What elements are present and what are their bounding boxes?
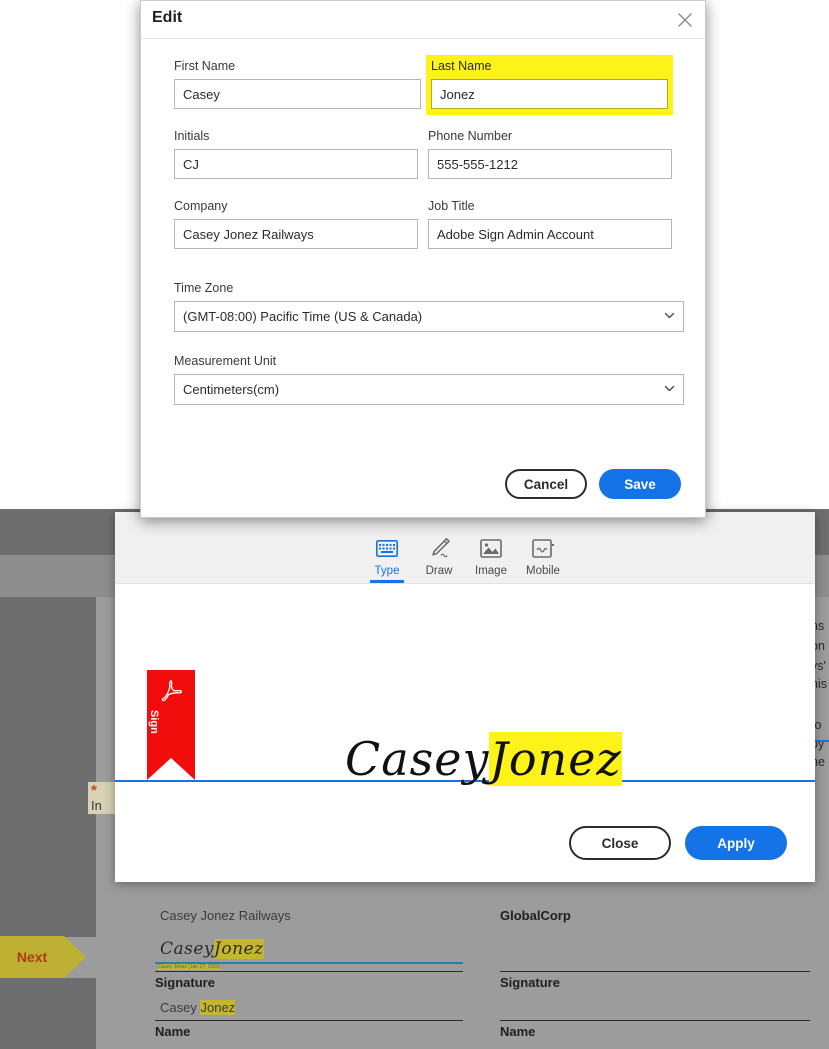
field-phone-number: Phone Number [428,129,672,179]
tab-mobile[interactable]: Mobile [517,535,569,583]
signature-panel: Type Draw Image Mobile Sign CaseyJonez C… [115,512,815,882]
save-button[interactable]: Save [599,469,681,499]
job-title-input[interactable] [428,219,672,249]
phone-number-input[interactable] [428,149,672,179]
keyboard-icon [376,535,398,561]
edit-dialog-body: First Name Last Name Initials Phone Numb… [141,55,705,405]
apply-button[interactable]: Apply [685,826,787,860]
doc-signature-first: Casey [160,939,215,959]
doc-left-signature-mark: CaseyJonez [160,939,264,959]
field-first-name: First Name [174,59,421,109]
phone-number-label: Phone Number [428,129,513,143]
field-job-title: Job Title [428,199,672,249]
doc-right-company: GlobalCorp [500,908,571,923]
tab-draw[interactable]: Draw [413,535,465,583]
last-name-label: Last Name [431,59,492,73]
signature-first-name: Casey [345,732,490,786]
doc-right-signature-line [500,971,810,972]
edit-dialog-header: Edit [141,1,705,39]
viewer-left-rail-lower [0,978,96,1049]
pen-icon [427,535,451,561]
company-label: Company [174,199,228,213]
cancel-button[interactable]: Cancel [505,469,587,499]
tab-mobile-label: Mobile [526,565,560,577]
initials-label: Initials [174,129,210,143]
row-company-title: Company Job Title [174,199,672,249]
row-measurement-unit: Measurement Unit Centimeters(cm) [174,354,684,405]
signature-panel-footer: Close Apply [569,826,787,860]
mobile-icon [531,535,555,561]
required-tooltip-text: In [91,798,102,813]
close-button[interactable]: Close [569,826,671,860]
edit-dialog-title: Edit [152,9,183,26]
tab-type[interactable]: Type [361,535,413,583]
doc-right-name-line [500,1020,810,1021]
field-last-name: Last Name [426,55,673,115]
row-time-zone: Time Zone (GMT-08:00) Pacific Time (US &… [174,281,684,332]
signature-last-name: Jonez [489,732,622,786]
next-button-arrow[interactable] [64,936,86,978]
sign-here-flag: Sign [147,670,195,780]
next-button[interactable]: Next [0,936,64,978]
field-measurement-unit: Measurement Unit Centimeters(cm) [174,354,684,405]
job-title-label: Job Title [428,199,475,213]
sign-flag-point [147,758,195,780]
company-input[interactable] [174,219,418,249]
measurement-unit-label: Measurement Unit [174,354,277,368]
doc-left-name-line [155,1020,463,1021]
signature-text: CaseyJonez [345,732,622,786]
field-company: Company [174,199,418,249]
doc-left-signature-line [155,971,463,972]
row-name: First Name Last Name [174,55,673,115]
tab-draw-label: Draw [425,565,453,577]
tab-image[interactable]: Image [465,535,517,583]
edit-dialog: Edit First Name Last Name [140,0,706,518]
edit-dialog-footer: Cancel Save [505,469,681,499]
doc-name-last: Jonez [200,1000,236,1015]
doc-name-first: Casey [160,1000,197,1015]
first-name-label: First Name [174,59,236,73]
field-time-zone: Time Zone (GMT-08:00) Pacific Time (US &… [174,281,684,332]
signature-tabs-bar: Type Draw Image Mobile [115,512,815,584]
required-asterisk: * [91,782,97,799]
close-icon[interactable] [674,9,696,31]
signature-canvas[interactable]: Sign CaseyJonez Clear [115,584,815,844]
doc-left-name-value: Casey Jonez [160,1000,236,1015]
viewer-left-rail [0,597,96,937]
doc-signature-last: Jonez [214,939,264,959]
measurement-unit-select[interactable]: Centimeters(cm) [174,374,684,405]
initials-input[interactable] [174,149,418,179]
next-button-label: Next [16,949,48,965]
doc-right-name-label: Name [500,1024,536,1039]
time-zone-select[interactable]: (GMT-08:00) Pacific Time (US & Canada) [174,301,684,332]
sign-flag-label: Sign [148,710,160,734]
row-initials-phone: Initials Phone Number [174,129,672,179]
tab-image-label: Image [475,565,507,577]
doc-left-signature-caption: Casey Jonez (Jan 27, 2020) [158,964,221,970]
first-name-input[interactable] [174,79,421,109]
time-zone-label: Time Zone [174,281,234,295]
doc-left-company: Casey Jonez Railways [160,908,291,923]
doc-right-signature-label: Signature [500,975,560,990]
doc-left-name-label: Name [155,1024,191,1039]
adobe-acrobat-icon [161,680,183,702]
image-icon [480,535,502,561]
doc-left-signature-label: Signature [155,975,215,990]
tab-type-label: Type [374,565,400,577]
field-initials: Initials [174,129,418,179]
last-name-input[interactable] [431,79,668,109]
